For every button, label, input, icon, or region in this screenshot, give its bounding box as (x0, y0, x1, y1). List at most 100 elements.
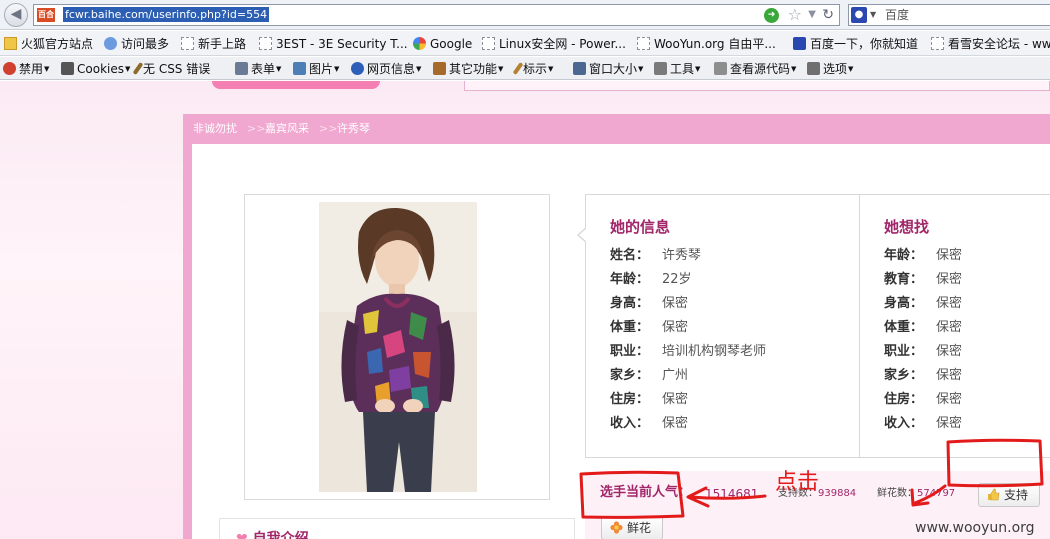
field-label: 家乡： (610, 368, 650, 383)
bookmark-item[interactable]: 新手上路 (181, 36, 246, 52)
breadcrumb-current: 许秀琴 (337, 122, 370, 135)
bookmark-label: 3EST - 3E Security T... (276, 37, 408, 51)
breadcrumb-link[interactable]: 嘉宾风采 (265, 122, 309, 136)
field-label: 住房： (610, 392, 650, 407)
blank-page-icon (637, 37, 650, 50)
field-value: 保密 (936, 368, 963, 383)
bookmark-item[interactable]: 3EST - 3E Security T... (259, 36, 408, 52)
popularity-value: 1514681 (705, 487, 759, 501)
field-label: 身高： (884, 296, 924, 311)
her-info-row: 职业： 培训机构钢琴老师 (610, 343, 766, 361)
flower-icon (610, 521, 623, 534)
panel-pointer-fill (579, 228, 587, 242)
she-seeks-row: 收入： 保密 (884, 415, 962, 433)
toolbar-menu-outline[interactable]: 标示▼ (512, 61, 553, 77)
profile-photo[interactable] (319, 202, 477, 492)
google-icon (413, 37, 426, 50)
field-value: 保密 (936, 344, 963, 359)
header-panel-decoration (464, 81, 1050, 91)
her-info-row: 姓名： 许秀琴 (610, 247, 701, 265)
info-icon (351, 62, 364, 75)
folder-icon (4, 37, 17, 50)
search-engine-paw-icon[interactable]: ● (851, 7, 867, 23)
flower-button-label: 鲜花 (627, 521, 652, 535)
search-engine-dropdown-icon[interactable]: ▼ (870, 7, 876, 23)
field-value: 保密 (936, 392, 963, 407)
site-favicon-icon: 百合 (37, 8, 55, 22)
toolbar-menu-disable[interactable]: 禁用▼ (3, 61, 49, 77)
back-button[interactable]: ◀ (4, 3, 28, 27)
bookmark-item[interactable]: 百度一下，你就知道 (793, 36, 918, 52)
she-seeks-title: 她想找 (884, 218, 930, 236)
page-content: 非诚勿扰 >> 嘉宾风采 >> 许秀琴 她的信息 姓名： 许秀琴 年龄： 22岁… (0, 81, 1050, 539)
bookmark-star-icon[interactable]: ☆ (788, 5, 802, 25)
address-bar[interactable]: 百合 fcwr.baihe.com/userinfo.php?id=554 ➜ … (33, 4, 840, 26)
bookmark-item[interactable]: 火狐官方站点 (4, 36, 93, 52)
bookmark-label: 火狐官方站点 (21, 37, 94, 51)
chevron-down-icon: ▼ (791, 65, 797, 73)
web-developer-toolbar: 禁用▼ Cookies▼ 无 CSS 错误 表单▼ 图片▼ 网页信息▼ 其它功能… (0, 57, 1050, 80)
profile-info-panel: 她的信息 姓名： 许秀琴 年龄： 22岁 身高： 保密 体重： 保密 职业： 培训机构钢琴… (577, 194, 1050, 458)
bookmark-item[interactable]: Linux安全网 - Power... (482, 36, 626, 52)
toolbar-label: 无 CSS 错误 (143, 62, 211, 76)
blank-page-icon (259, 37, 272, 50)
field-value: 保密 (936, 248, 963, 263)
toolbar-label: Cookies (77, 62, 124, 76)
field-label: 住房： (884, 392, 924, 407)
she-seeks-row: 年龄： 保密 (884, 247, 962, 265)
toolbar-menu-options[interactable]: 选项▼ (807, 61, 853, 77)
toolbar-menu-resize[interactable]: 窗口大小▼ (573, 61, 643, 77)
field-value: 保密 (662, 392, 689, 407)
thumbs-up-icon (988, 488, 1000, 501)
breadcrumb-link[interactable]: 非诚勿扰 (193, 122, 237, 136)
bookmark-item[interactable]: 看雪安全论坛 - www (931, 36, 1050, 52)
bookmark-item[interactable]: 访问最多 (104, 36, 169, 52)
support-button[interactable]: 支持 (978, 483, 1040, 507)
field-label: 教育： (884, 272, 924, 287)
heart-icon: ❤ (236, 531, 248, 539)
breadcrumb-separator: >> (319, 122, 338, 135)
bookmark-label: Linux安全网 - Power... (499, 37, 626, 51)
toolbar-menu-cookies[interactable]: Cookies▼ (61, 61, 130, 77)
her-info-row: 年龄： 22岁 (610, 271, 692, 289)
field-value: 培训机构钢琴老师 (662, 344, 767, 359)
flower-button[interactable]: 鲜花 (601, 516, 663, 539)
her-info-row: 收入： 保密 (610, 415, 688, 433)
search-bar[interactable]: ● ▼ 百度 (848, 4, 1050, 26)
field-value: 保密 (662, 296, 689, 311)
toolbar-menu-page-info[interactable]: 网页信息▼ (351, 61, 421, 77)
toolbar-label: 标示 (523, 62, 548, 76)
search-icon (104, 37, 117, 50)
she-seeks-row: 教育： 保密 (884, 271, 962, 289)
field-value: 保密 (936, 296, 963, 311)
toolbar-menu-tools[interactable]: 工具▼ (654, 61, 700, 77)
she-seeks-row: 住房： 保密 (884, 391, 962, 409)
intro-title-text: 自我介绍 (252, 531, 309, 539)
history-dropdown-icon[interactable]: ▼ (808, 6, 816, 24)
reload-icon[interactable]: ↻ (822, 5, 834, 25)
field-value: 保密 (936, 416, 963, 431)
toolbar-menu-forms[interactable]: 表单▼ (235, 61, 281, 77)
toolbar-menu-css[interactable]: 无 CSS 错误 (132, 61, 211, 77)
field-value: 保密 (936, 272, 963, 287)
bookmark-item[interactable]: WooYun.org 自由平... (637, 36, 776, 52)
url-text[interactable]: fcwr.baihe.com/userinfo.php?id=554 (63, 7, 270, 22)
column-divider (859, 195, 860, 457)
toolbar-label: 禁用 (19, 62, 44, 76)
profile-photo-frame (244, 194, 550, 500)
bookmark-item[interactable]: Google (413, 36, 472, 52)
field-value: 许秀琴 (662, 248, 702, 263)
misc-icon (433, 62, 446, 75)
toolbar-label: 工具 (670, 62, 695, 76)
go-arrow-icon[interactable]: ➜ (764, 8, 779, 23)
toolbar-menu-misc[interactable]: 其它功能▼ (433, 61, 503, 77)
bookmark-label: Google (430, 37, 473, 51)
search-placeholder: 百度 (885, 8, 910, 22)
field-label: 体重： (884, 320, 924, 335)
support-count-value: 939884 (818, 488, 857, 499)
toolbar-menu-view-source[interactable]: 查看源代码▼ (714, 61, 796, 77)
toolbar-menu-images[interactable]: 图片▼ (293, 61, 339, 77)
she-seeks-row: 身高： 保密 (884, 295, 962, 313)
field-value: 广州 (662, 368, 689, 383)
field-label: 职业： (610, 344, 650, 359)
